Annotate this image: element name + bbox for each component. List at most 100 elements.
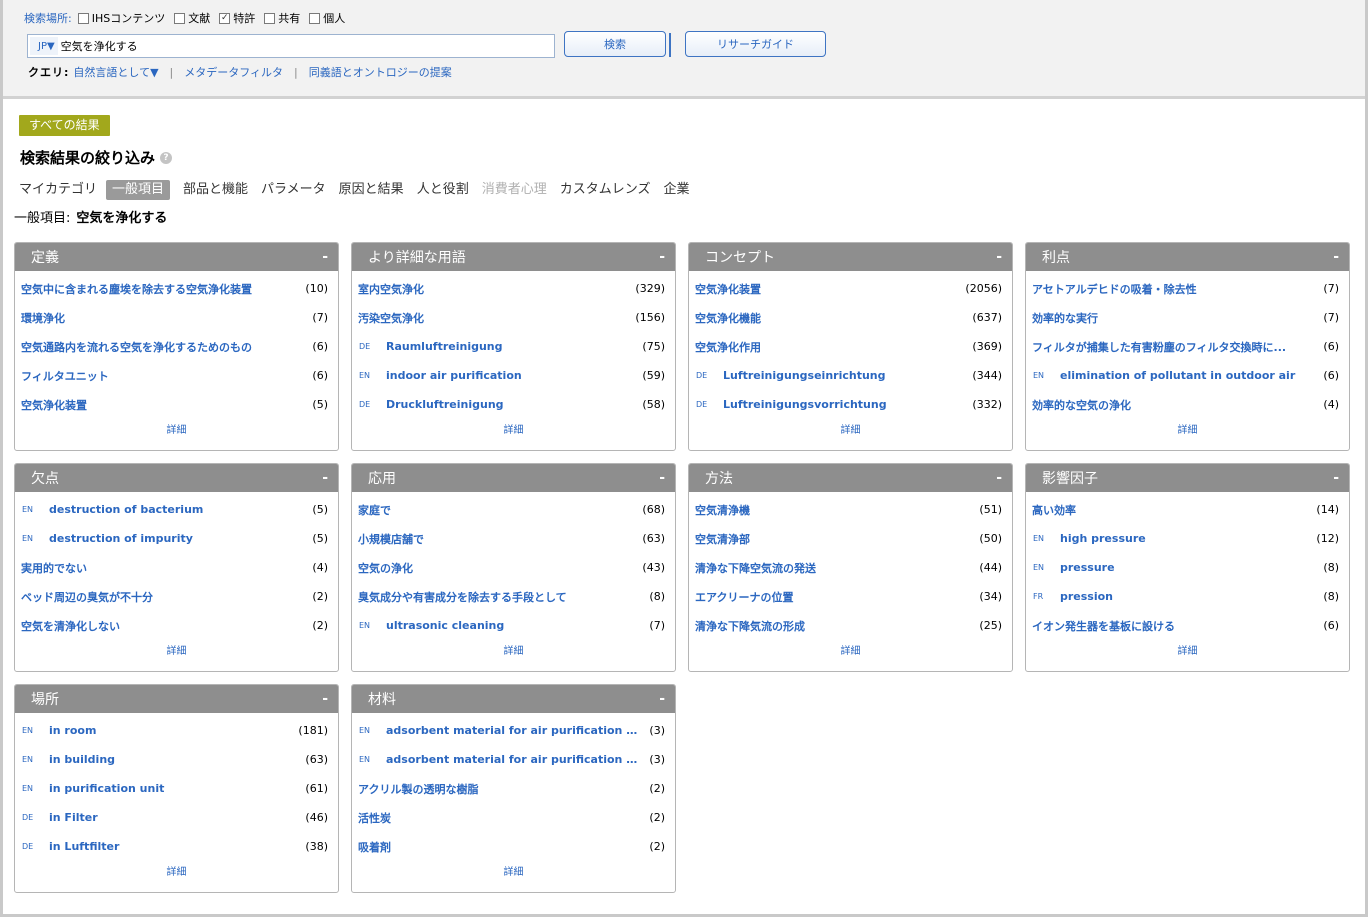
collapse-icon[interactable]: - [322,249,328,265]
item-link[interactable]: Luftreinigungsvorrichtung [723,398,966,411]
item-link[interactable]: 空気浄化装置 [695,281,959,297]
checkbox-checked-icon[interactable]: ✓ [219,12,231,24]
details-link[interactable]: 詳細 [352,640,675,664]
details-link[interactable]: 詳細 [1026,419,1349,443]
search-button[interactable]: 検索 [564,31,666,57]
list-item[interactable]: 清浄な下降気流の形成 (25) [689,611,1012,640]
item-link[interactable]: 空気の浄化 [358,560,636,576]
item-link[interactable]: Luftreinigungseinrichtung [723,369,966,382]
item-link[interactable]: 吸着剤 [358,839,643,855]
item-link[interactable]: 実用的でない [21,560,306,576]
checkbox-icon[interactable] [77,12,89,24]
tab-parts-functions[interactable]: 部品と機能 [183,180,248,200]
list-item[interactable]: 環境浄化 (7) [15,303,338,332]
item-link[interactable]: 効率的な空気の浄化 [1032,397,1317,413]
item-link[interactable]: Raumluftreinigung [386,340,636,353]
item-link[interactable]: 室内空気浄化 [358,281,629,297]
list-item[interactable]: 空気の浄化 (43) [352,553,675,582]
item-link[interactable]: イオン発生器を基板に設ける [1032,618,1317,634]
collapse-icon[interactable]: - [659,470,665,486]
item-link[interactable]: 空気清浄部 [695,531,973,547]
collapse-icon[interactable]: - [1333,249,1339,265]
item-link[interactable]: 高い効率 [1032,502,1310,518]
item-link[interactable]: Druckluftreinigung [386,398,636,411]
list-item[interactable]: 家庭で (68) [352,495,675,524]
list-item[interactable]: 空気浄化機能 (637) [689,303,1012,332]
scope-shared[interactable]: 共有 [264,10,300,26]
item-link[interactable]: 家庭で [358,502,636,518]
item-link[interactable]: adsorbent material for air purification … [386,724,643,737]
item-link[interactable]: 空気清浄機 [695,502,973,518]
list-item[interactable]: 活性炭 (2) [352,803,675,832]
item-link[interactable]: 空気浄化機能 [695,310,966,326]
list-item[interactable]: フィルタが捕集した有害粉塵のフィルタ交換時に... (6) [1026,332,1349,361]
details-link[interactable]: 詳細 [15,861,338,885]
item-link[interactable]: 小規模店舗で [358,531,636,547]
list-item[interactable]: ベッド周辺の臭気が不十分 (2) [15,582,338,611]
tab-custom-lens[interactable]: カスタムレンズ [560,180,651,200]
details-link[interactable]: 詳細 [352,419,675,443]
collapse-icon[interactable]: - [996,249,1002,265]
item-link[interactable]: 清浄な下降気流の形成 [695,618,973,634]
checkbox-icon[interactable] [309,12,321,24]
item-link[interactable]: 臭気成分や有害成分を除去する手段として [358,589,643,605]
list-item[interactable]: EN adsorbent material for air purificatio… [352,716,675,745]
item-link[interactable]: 活性炭 [358,810,643,826]
list-item[interactable]: 空気を清浄化しない (2) [15,611,338,640]
item-link[interactable]: 清浄な下降空気流の発送 [695,560,973,576]
help-icon[interactable]: ? [160,151,173,164]
item-link[interactable]: adsorbent material for air purification … [386,753,643,766]
tab-parameters[interactable]: パラメータ [261,180,326,200]
list-item[interactable]: 空気浄化装置 (5) [15,390,338,419]
details-link[interactable]: 詳細 [352,861,675,885]
item-link[interactable]: 汚染空気浄化 [358,310,629,326]
list-item[interactable]: 高い効率 (14) [1026,495,1349,524]
collapse-icon[interactable]: - [322,691,328,707]
list-item[interactable]: 吸着剤 (2) [352,832,675,861]
list-item[interactable]: DE Luftreinigungseinrichtung (344) [689,361,1012,390]
list-item[interactable]: 臭気成分や有害成分を除去する手段として (8) [352,582,675,611]
item-link[interactable]: high pressure [1060,532,1310,545]
list-item[interactable]: EN in room (181) [15,716,338,745]
list-item[interactable]: FR pression (8) [1026,582,1349,611]
item-link[interactable]: pressure [1060,561,1317,574]
list-item[interactable]: EN high pressure (12) [1026,524,1349,553]
list-item[interactable]: EN ultrasonic cleaning (7) [352,611,675,640]
scope-patent[interactable]: ✓ 特許 [219,10,255,26]
item-link[interactable]: ultrasonic cleaning [386,619,643,632]
item-link[interactable]: 空気浄化装置 [21,397,306,413]
list-item[interactable]: 空気通路内を流れる空気を浄化するためのもの (6) [15,332,338,361]
item-link[interactable]: 空気中に含まれる塵埃を除去する空気浄化装置 [21,281,299,297]
scope-ihs-content[interactable]: IHSコンテンツ [77,10,165,26]
item-link[interactable]: indoor air purification [386,369,636,382]
list-item[interactable]: エアクリーナの位置 (34) [689,582,1012,611]
item-link[interactable]: アセトアルデヒドの吸着・除去性 [1032,281,1317,297]
scope-literature[interactable]: 文献 [174,10,210,26]
item-link[interactable]: 効率的な実行 [1032,310,1317,326]
list-item[interactable]: DE Raumluftreinigung (75) [352,332,675,361]
query-mode-dropdown[interactable]: 自然言語として▼ [73,64,158,80]
scope-personal[interactable]: 個人 [309,10,345,26]
details-link[interactable]: 詳細 [689,640,1012,664]
list-item[interactable]: DE Druckluftreinigung (58) [352,390,675,419]
list-item[interactable]: 小規模店舗で (63) [352,524,675,553]
list-item[interactable]: DE in Luftfilter (38) [15,832,338,861]
list-item[interactable]: 清浄な下降空気流の発送 (44) [689,553,1012,582]
list-item[interactable]: EN indoor air purification (59) [352,361,675,390]
list-item[interactable]: 汚染空気浄化 (156) [352,303,675,332]
item-link[interactable]: in room [49,724,292,737]
item-link[interactable]: in Luftfilter [49,840,299,853]
search-input[interactable]: JP▼ 空気を浄化する [27,34,555,58]
list-item[interactable]: アクリル製の透明な樹脂 (2) [352,774,675,803]
list-item[interactable]: EN destruction of impurity (5) [15,524,338,553]
synonym-suggest-link[interactable]: 同義語とオントロジーの提案 [309,64,452,80]
list-item[interactable]: 室内空気浄化 (329) [352,274,675,303]
collapse-icon[interactable]: - [996,470,1002,486]
item-link[interactable]: 空気を清浄化しない [21,618,306,634]
list-item[interactable]: 効率的な空気の浄化 (4) [1026,390,1349,419]
list-item[interactable]: 実用的でない (4) [15,553,338,582]
collapse-icon[interactable]: - [322,470,328,486]
list-item[interactable]: EN destruction of bacterium (5) [15,495,338,524]
list-item[interactable]: EN in purification unit (61) [15,774,338,803]
all-results-tab[interactable]: すべての結果 [19,115,110,136]
